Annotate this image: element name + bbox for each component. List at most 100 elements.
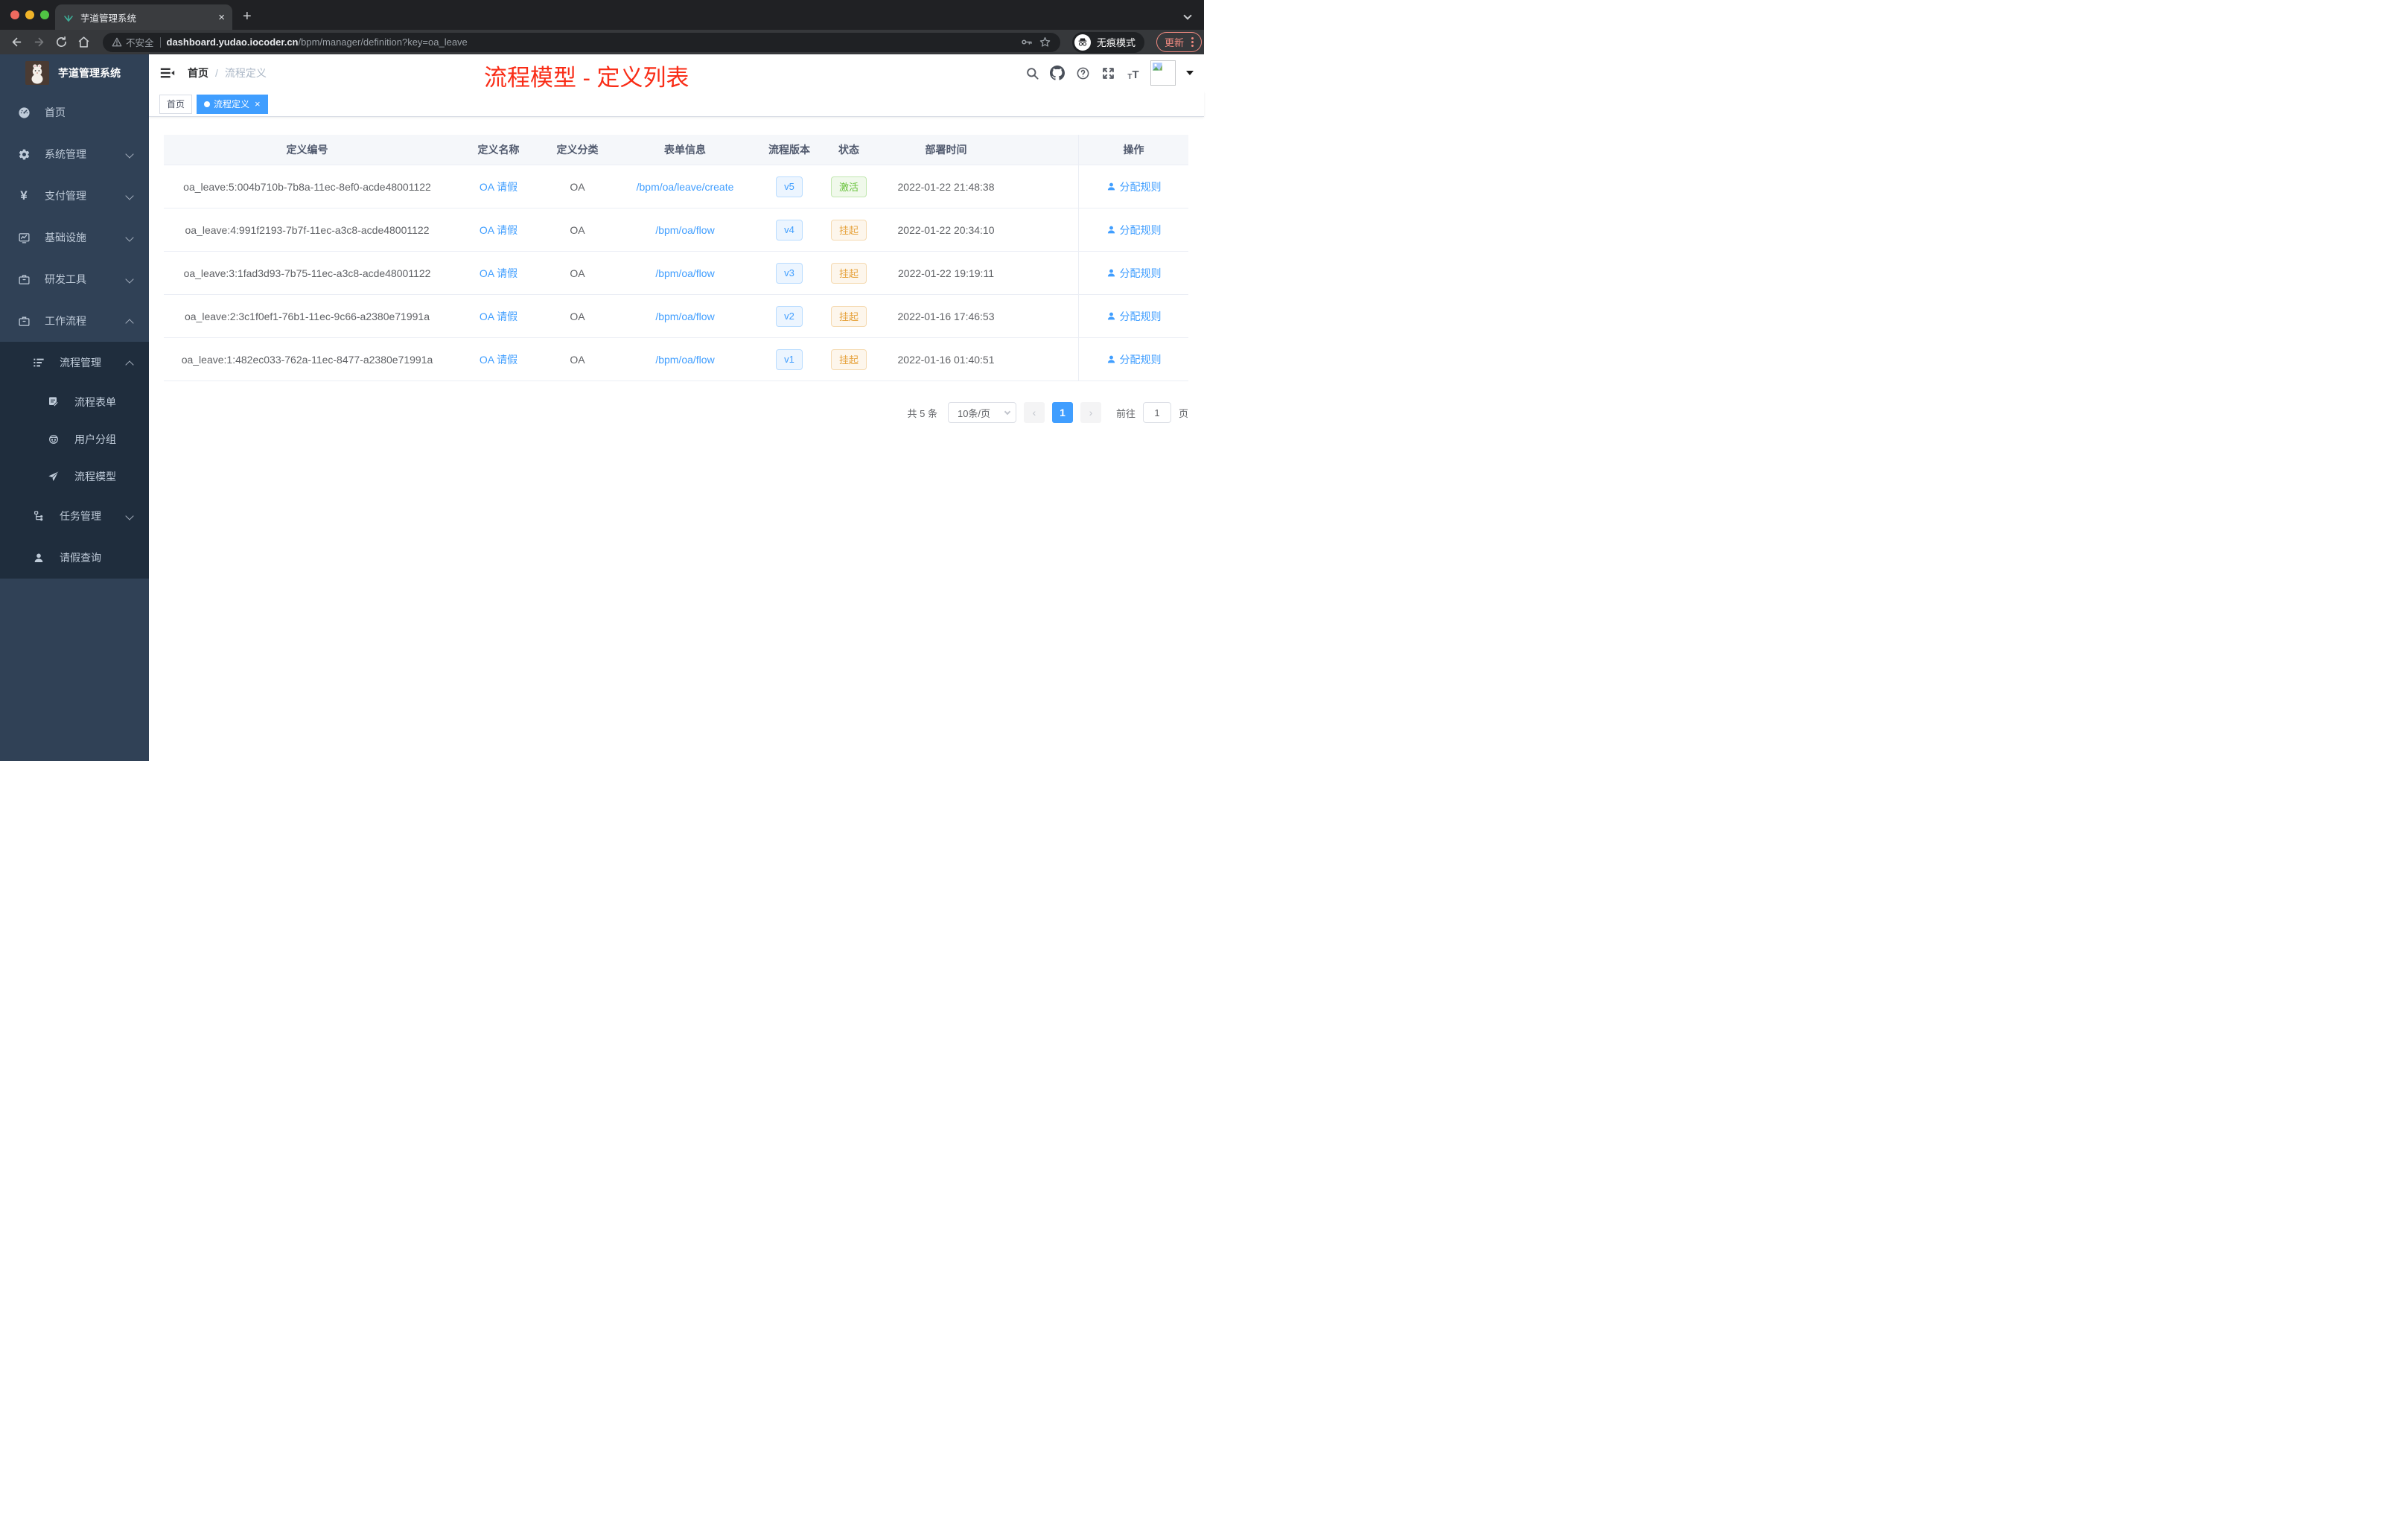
bookmark-star-icon[interactable] (1039, 36, 1051, 48)
assign-rule-button[interactable]: 分配规则 (1106, 309, 1162, 324)
sidebar: 芋道管理系统 首页 系统管理 ¥ 支付管理 基础设施 研发工具 工作流程 流程管… (0, 54, 149, 761)
sidebar-item-task-mgmt[interactable]: 任务管理 (0, 495, 149, 537)
tag-process-definition[interactable]: 流程定义 × (197, 94, 268, 114)
update-button[interactable]: 更新 (1165, 35, 1184, 49)
sidebar-item-process-model[interactable]: 流程模型 (0, 458, 149, 495)
user-avatar[interactable] (1150, 60, 1176, 86)
definition-name-link[interactable]: OA 请假 (480, 309, 517, 324)
zoom-window-button[interactable] (40, 10, 49, 19)
update-menu-pill[interactable]: 更新 (1156, 32, 1203, 52)
pagination-total: 共 5 条 (907, 407, 937, 419)
col-header: 定义分类 (556, 144, 599, 156)
sidebar-logo: 芋道管理系统 (0, 54, 149, 92)
tag-close-icon[interactable]: × (255, 99, 261, 109)
browser-toolbar: 不安全 dashboard.yudao.iocoder.cn/bpm/manag… (0, 30, 1204, 54)
assign-rule-button[interactable]: 分配规则 (1106, 223, 1162, 238)
monitor-chart-icon (15, 232, 33, 244)
goto-page-input[interactable] (1142, 402, 1171, 423)
sidebar-item-infra[interactable]: 基础设施 (0, 217, 149, 258)
minimize-window-button[interactable] (25, 10, 34, 19)
assign-rule-button[interactable]: 分配规则 (1106, 352, 1162, 367)
sidebar-item-label: 系统管理 (45, 148, 86, 160)
definition-name-link[interactable]: OA 请假 (480, 266, 517, 281)
sidebar-item-home[interactable]: 首页 (0, 92, 149, 133)
help-icon[interactable] (1074, 65, 1091, 81)
form-link[interactable]: /bpm/oa/flow (655, 354, 714, 366)
sidebar-item-devtools[interactable]: 研发工具 (0, 258, 149, 300)
sidebar-menu: 首页 系统管理 ¥ 支付管理 基础设施 研发工具 工作流程 流程管理 流程表单 … (0, 92, 149, 761)
logo-avatar (25, 61, 49, 85)
app-navbar: 首页 / 流程定义 流程模型 - 定义列表 T T (149, 54, 1204, 92)
tag-home[interactable]: 首页 (159, 94, 193, 114)
paper-plane-icon (45, 471, 63, 483)
github-icon[interactable] (1049, 65, 1066, 81)
user-icon (1107, 269, 1115, 277)
url-divider (159, 36, 161, 48)
cell-deploy-time: 2022-01-22 21:48:38 (897, 180, 995, 193)
cell-definition-id: oa_leave:3:1fad3d93-7b75-11ec-a3c8-acde4… (183, 267, 431, 279)
browser-tab[interactable]: 芋道管理系统 × (55, 4, 232, 30)
sidebar-item-label: 流程表单 (74, 396, 116, 408)
breadcrumb: 首页 / 流程定义 (188, 66, 267, 80)
people-face-icon (45, 433, 63, 445)
new-tab-button[interactable]: + (243, 8, 252, 25)
fullscreen-icon[interactable] (1100, 65, 1116, 81)
address-bar[interactable]: 不安全 dashboard.yudao.iocoder.cn/bpm/manag… (103, 32, 1060, 52)
cell-category: OA (570, 223, 585, 236)
sidebar-item-process-mgmt[interactable]: 流程管理 (0, 342, 149, 383)
breadcrumb-separator: / (215, 67, 218, 79)
definition-name-link[interactable]: OA 请假 (480, 223, 517, 238)
tab-search-chevron-icon[interactable] (1183, 9, 1192, 20)
tab-close-icon[interactable]: × (218, 12, 225, 23)
sidebar-item-user-group[interactable]: 用户分组 (0, 421, 149, 458)
col-header: 部署时间 (925, 144, 967, 156)
pagination: 共 5 条 10条/页 ‹ 1 › 前往 页 (164, 402, 1188, 423)
next-page-button[interactable]: › (1080, 402, 1101, 423)
browser-menu-dots-icon[interactable] (1191, 37, 1194, 47)
sidebar-item-system[interactable]: 系统管理 (0, 133, 149, 175)
sidebar-item-label: 用户分组 (74, 433, 116, 445)
form-link[interactable]: /bpm/oa/flow (655, 224, 714, 236)
sidebar-item-workflow[interactable]: 工作流程 (0, 300, 149, 342)
sidebar-item-process-form[interactable]: 流程表单 (0, 383, 149, 421)
font-size-icon[interactable]: TT (1125, 65, 1141, 81)
dashboard-icon (15, 106, 33, 119)
browser-window: 芋道管理系统 × + 不安全 dashboard.yudao.iocoder.c… (0, 0, 1204, 761)
home-icon[interactable] (74, 34, 92, 51)
briefcase-icon (15, 315, 33, 328)
caret-down-icon[interactable] (1186, 71, 1194, 75)
close-window-button[interactable] (10, 10, 19, 19)
password-key-icon[interactable] (1020, 36, 1033, 48)
url-path: /bpm/manager/definition?key=oa_leave (298, 36, 468, 48)
warning-triangle-icon (112, 37, 122, 47)
sidebar-item-payment[interactable]: ¥ 支付管理 (0, 175, 149, 217)
security-warning[interactable]: 不安全 (112, 35, 154, 49)
form-link[interactable]: /bpm/oa/leave/create (637, 181, 734, 193)
form-link[interactable]: /bpm/oa/flow (655, 267, 714, 279)
back-icon[interactable] (7, 34, 25, 51)
sidebar-item-leave-query[interactable]: 请假查询 (0, 537, 149, 579)
chevron-down-icon (125, 512, 134, 520)
browser-tabstrip: 芋道管理系统 × + (0, 0, 1204, 30)
status-badge: 挂起 (830, 262, 867, 284)
collapse-sidebar-icon[interactable] (159, 65, 176, 81)
forward-icon[interactable] (30, 34, 48, 51)
page-number-button[interactable]: 1 (1051, 402, 1073, 423)
col-header: 定义编号 (286, 144, 328, 156)
search-icon[interactable] (1024, 65, 1040, 81)
cell-category: OA (570, 267, 585, 279)
assign-rule-button[interactable]: 分配规则 (1106, 179, 1162, 194)
definition-name-link[interactable]: OA 请假 (480, 179, 517, 194)
cell-category: OA (570, 353, 585, 366)
col-header: 流程版本 (768, 144, 810, 156)
breadcrumb-home[interactable]: 首页 (188, 66, 208, 80)
definition-name-link[interactable]: OA 请假 (480, 352, 517, 367)
prev-page-button[interactable]: ‹ (1023, 402, 1045, 423)
window-controls[interactable] (10, 10, 49, 19)
gear-icon (15, 148, 33, 161)
version-badge: v5 (776, 176, 803, 197)
reload-icon[interactable] (52, 34, 70, 51)
assign-rule-button[interactable]: 分配规则 (1106, 266, 1162, 281)
page-size-select[interactable]: 10条/页 (947, 402, 1016, 423)
form-link[interactable]: /bpm/oa/flow (655, 311, 714, 322)
